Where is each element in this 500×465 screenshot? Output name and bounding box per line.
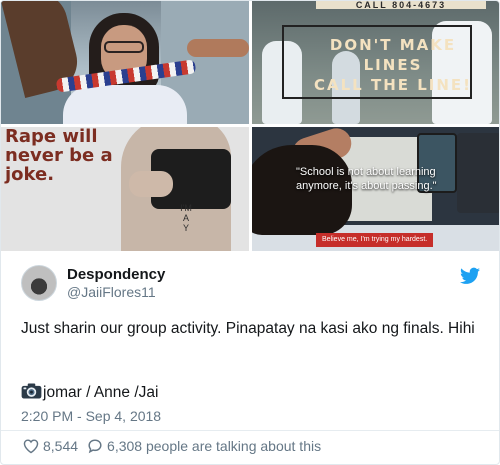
embedded-tweet-card: CALL 804-4673 DON'T MAKE LINES CALL THE … <box>0 0 500 465</box>
body-writing: I'M A Y <box>180 203 192 233</box>
photo-tile-3[interactable]: Rape will never be a joke. I'M A Y <box>1 127 249 251</box>
arm-right <box>187 39 249 57</box>
photo-tile-2[interactable]: CALL 804-4673 DON'T MAKE LINES CALL THE … <box>252 1 499 124</box>
photo-credit: jomar / Anne /Jai <box>21 382 158 403</box>
avatar[interactable] <box>21 265 57 301</box>
heart-icon[interactable] <box>22 438 40 454</box>
tweet-text: Just sharin our group activity. Pinapata… <box>21 320 475 337</box>
poster-caption: Believe me, I'm trying my hardest. <box>316 233 434 247</box>
display-name[interactable]: Despondency <box>67 266 165 283</box>
conversation-count[interactable]: 6,308 people are talking about this <box>107 438 321 454</box>
camera-icon <box>21 383 42 399</box>
sign-text: DON'T MAKE LINES CALL THE LINE! <box>314 36 472 94</box>
photo-tile-4[interactable]: "School is not about learning anymore, i… <box>252 127 499 251</box>
sign-phone-number: CALL 804-4673 <box>316 1 486 9</box>
like-count[interactable]: 8,544 <box>43 438 78 454</box>
photo-credit-text: jomar / Anne /Jai <box>43 384 159 401</box>
tweet-stats: 8,544 6,308 people are talking about thi… <box>22 436 321 456</box>
glasses <box>104 41 144 53</box>
tweet-timestamp[interactable]: 2:20 PM - Sep 4, 2018 <box>21 408 161 424</box>
poster-text: Rape will never be a joke. <box>5 127 113 185</box>
user-handle[interactable]: @JaiiFlores11 <box>67 284 156 300</box>
tweet-photo-grid: CALL 804-4673 DON'T MAKE LINES CALL THE … <box>1 1 499 251</box>
twitter-bird-icon[interactable] <box>460 267 480 285</box>
poster-quote: "School is not about learning anymore, i… <box>296 166 437 192</box>
speech-bubble-icon[interactable] <box>86 438 104 454</box>
photo-tile-1[interactable] <box>1 1 249 124</box>
divider <box>1 430 499 431</box>
